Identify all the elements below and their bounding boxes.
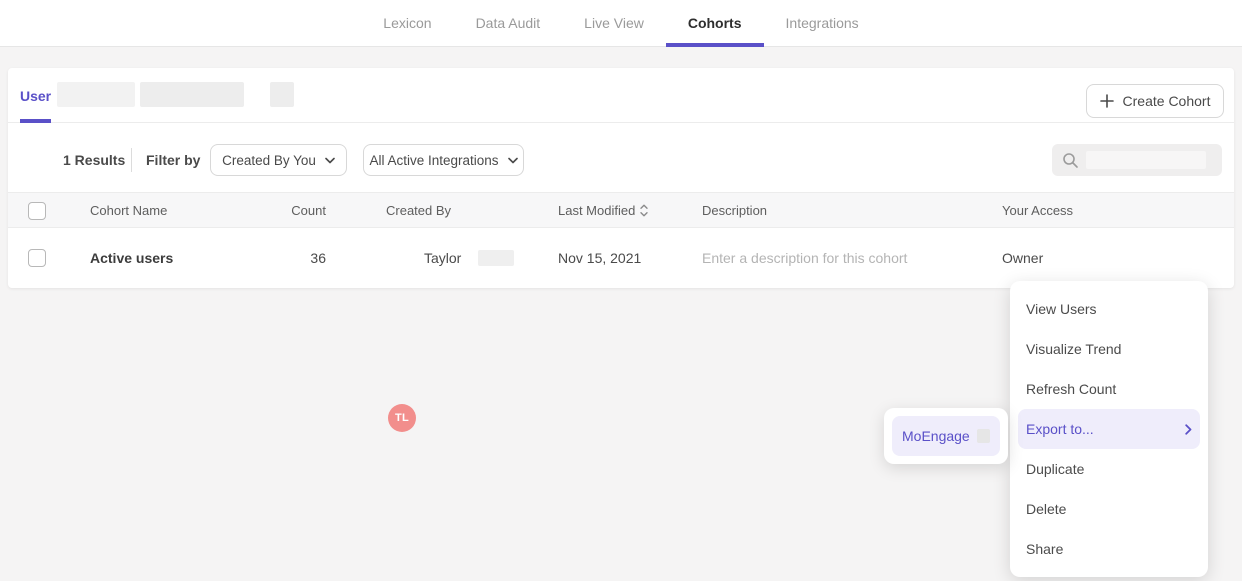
creator-name: Taylor <box>424 228 461 288</box>
cohort-count: 36 <box>228 228 326 288</box>
chevron-down-icon <box>325 157 335 164</box>
nav-tab-cohorts[interactable]: Cohorts <box>666 0 764 46</box>
select-all-checkbox[interactable] <box>28 202 46 220</box>
plus-icon <box>1100 94 1114 108</box>
description-placeholder[interactable]: Enter a description for this cohort <box>702 228 907 288</box>
header-your-access: Your Access <box>1002 193 1073 229</box>
menu-item-refresh-count[interactable]: Refresh Count <box>1010 369 1208 409</box>
nav-tab-lexicon[interactable]: Lexicon <box>361 0 453 46</box>
last-modified-date: Nov 15, 2021 <box>558 228 641 288</box>
menu-item-visualize-trend[interactable]: Visualize Trend <box>1010 329 1208 369</box>
chevron-down-icon <box>508 157 518 164</box>
integrations-filter-value: All Active Integrations <box>369 153 498 168</box>
chevron-right-icon <box>1185 424 1192 435</box>
cohorts-panel: User Create Cohort 1 Results Filter by C… <box>8 68 1234 288</box>
top-navigation: Lexicon Data Audit Live View Cohorts Int… <box>0 0 1242 47</box>
menu-item-export-to[interactable]: Export to... <box>1018 409 1200 449</box>
tab-user[interactable]: User <box>20 68 51 123</box>
redacted-tab-1 <box>57 82 135 107</box>
access-level: Owner <box>1002 228 1043 288</box>
menu-item-share[interactable]: Share <box>1010 529 1208 569</box>
nav-tab-data-audit[interactable]: Data Audit <box>454 0 563 46</box>
sort-icon[interactable] <box>640 204 648 217</box>
menu-item-view-users[interactable]: View Users <box>1010 289 1208 329</box>
cohort-name-link[interactable]: Active users <box>90 228 173 288</box>
menu-item-delete[interactable]: Delete <box>1010 489 1208 529</box>
created-by-filter-dropdown[interactable]: Created By You <box>210 144 347 176</box>
header-description: Description <box>702 193 767 229</box>
header-cohort-name: Cohort Name <box>90 193 167 229</box>
search-icon <box>1062 152 1079 169</box>
avatar: TL <box>388 404 416 432</box>
redacted-search-text <box>1086 151 1206 169</box>
create-cohort-label: Create Cohort <box>1123 93 1211 109</box>
nav-tab-integrations[interactable]: Integrations <box>764 0 881 46</box>
search-input[interactable] <box>1052 144 1222 176</box>
menu-item-duplicate[interactable]: Duplicate <box>1010 449 1208 489</box>
row-actions-menu: View Users Visualize Trend Refresh Count… <box>1010 281 1208 577</box>
redacted-tab-2 <box>140 82 244 107</box>
filter-by-label: Filter by <box>146 144 200 176</box>
cohort-type-tabs: User Create Cohort <box>8 68 1234 123</box>
nav-tab-live-view[interactable]: Live View <box>562 0 666 46</box>
header-count: Count <box>228 193 326 229</box>
redacted-creator-surname <box>478 250 514 266</box>
export-submenu: MoEngage <box>884 408 1008 464</box>
row-checkbox[interactable] <box>28 249 46 267</box>
header-created-by: Created By <box>386 193 451 229</box>
created-by-filter-value: Created By You <box>222 153 316 168</box>
results-count: 1 Results <box>63 144 125 176</box>
create-cohort-button[interactable]: Create Cohort <box>1086 84 1224 118</box>
redacted-tab-3 <box>270 82 294 107</box>
filter-divider <box>131 148 132 172</box>
redacted-submenu-text <box>977 429 990 443</box>
table-row: Active users 36 TL Taylor Nov 15, 2021 E… <box>8 228 1234 288</box>
submenu-item-moengage[interactable]: MoEngage <box>892 416 1000 456</box>
integrations-filter-dropdown[interactable]: All Active Integrations <box>363 144 524 176</box>
table-header: Cohort Name Count Created By Last Modifi… <box>8 192 1234 228</box>
header-last-modified[interactable]: Last Modified <box>558 193 648 229</box>
